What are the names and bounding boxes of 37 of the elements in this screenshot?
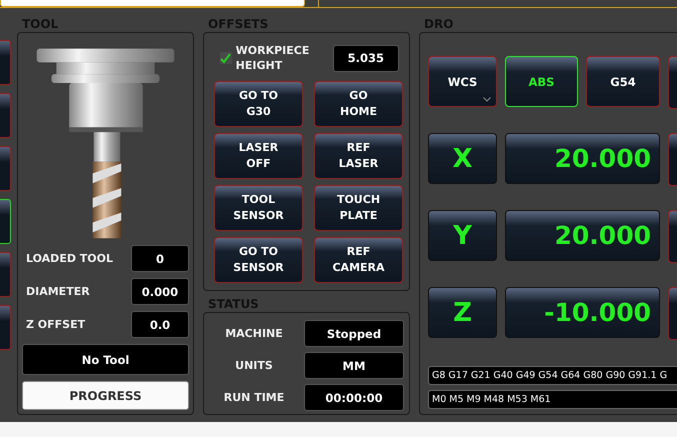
status-label: RUN TIME (222, 391, 286, 404)
status-value: Stopped (304, 320, 404, 347)
progress-button[interactable]: PROGRESS (22, 381, 189, 410)
axis-value[interactable]: 20.000 (505, 133, 660, 184)
checkbox-label: WORKPIECE HEIGHT (236, 43, 310, 73)
action-button[interactable]: TOOL SENSOR (214, 185, 303, 231)
field-label: LOADED TOOL (25, 252, 114, 265)
action-button[interactable]: TOUCH PLATE (314, 185, 403, 231)
action-button[interactable]: LASER OFF (214, 133, 303, 179)
field-label: Z OFFSET (25, 318, 86, 331)
value-field: 5.035 (332, 44, 399, 72)
axis-button[interactable]: X (428, 133, 497, 184)
value-field: 0.000 (131, 278, 189, 305)
status-label: UNITS (234, 359, 274, 372)
status-value: MM (304, 352, 404, 379)
axis-value[interactable]: 20.000 (505, 210, 660, 261)
value-field: 0.0 (131, 311, 189, 338)
axis-value[interactable]: -10.000 (505, 287, 660, 338)
status-label: MACHINE (224, 327, 284, 340)
side-button[interactable] (0, 199, 11, 244)
mode-button[interactable]: ABS (505, 56, 578, 107)
dropdown-button[interactable]: WCS (428, 56, 497, 107)
axis-button[interactable]: Z (428, 287, 497, 338)
axis-button[interactable]: Y (428, 210, 497, 261)
checkbox[interactable] (220, 52, 232, 64)
action-button[interactable]: GO TO SENSOR (214, 237, 303, 283)
action-button[interactable]: GO TO G30 (214, 81, 303, 127)
tool-name: No Tool (22, 344, 189, 375)
field-label: DIAMETER (25, 285, 90, 298)
input-field[interactable] (0, 0, 305, 7)
action-button[interactable]: REF CAMERA (314, 237, 403, 283)
mode-button[interactable]: G54 (586, 56, 660, 107)
action-button[interactable]: REF LASER (314, 133, 403, 179)
action-button[interactable]: GO HOME (314, 81, 403, 127)
status-value: 00:00:00 (304, 384, 404, 411)
value-field: 0 (131, 245, 189, 272)
caret-icon (483, 97, 491, 102)
